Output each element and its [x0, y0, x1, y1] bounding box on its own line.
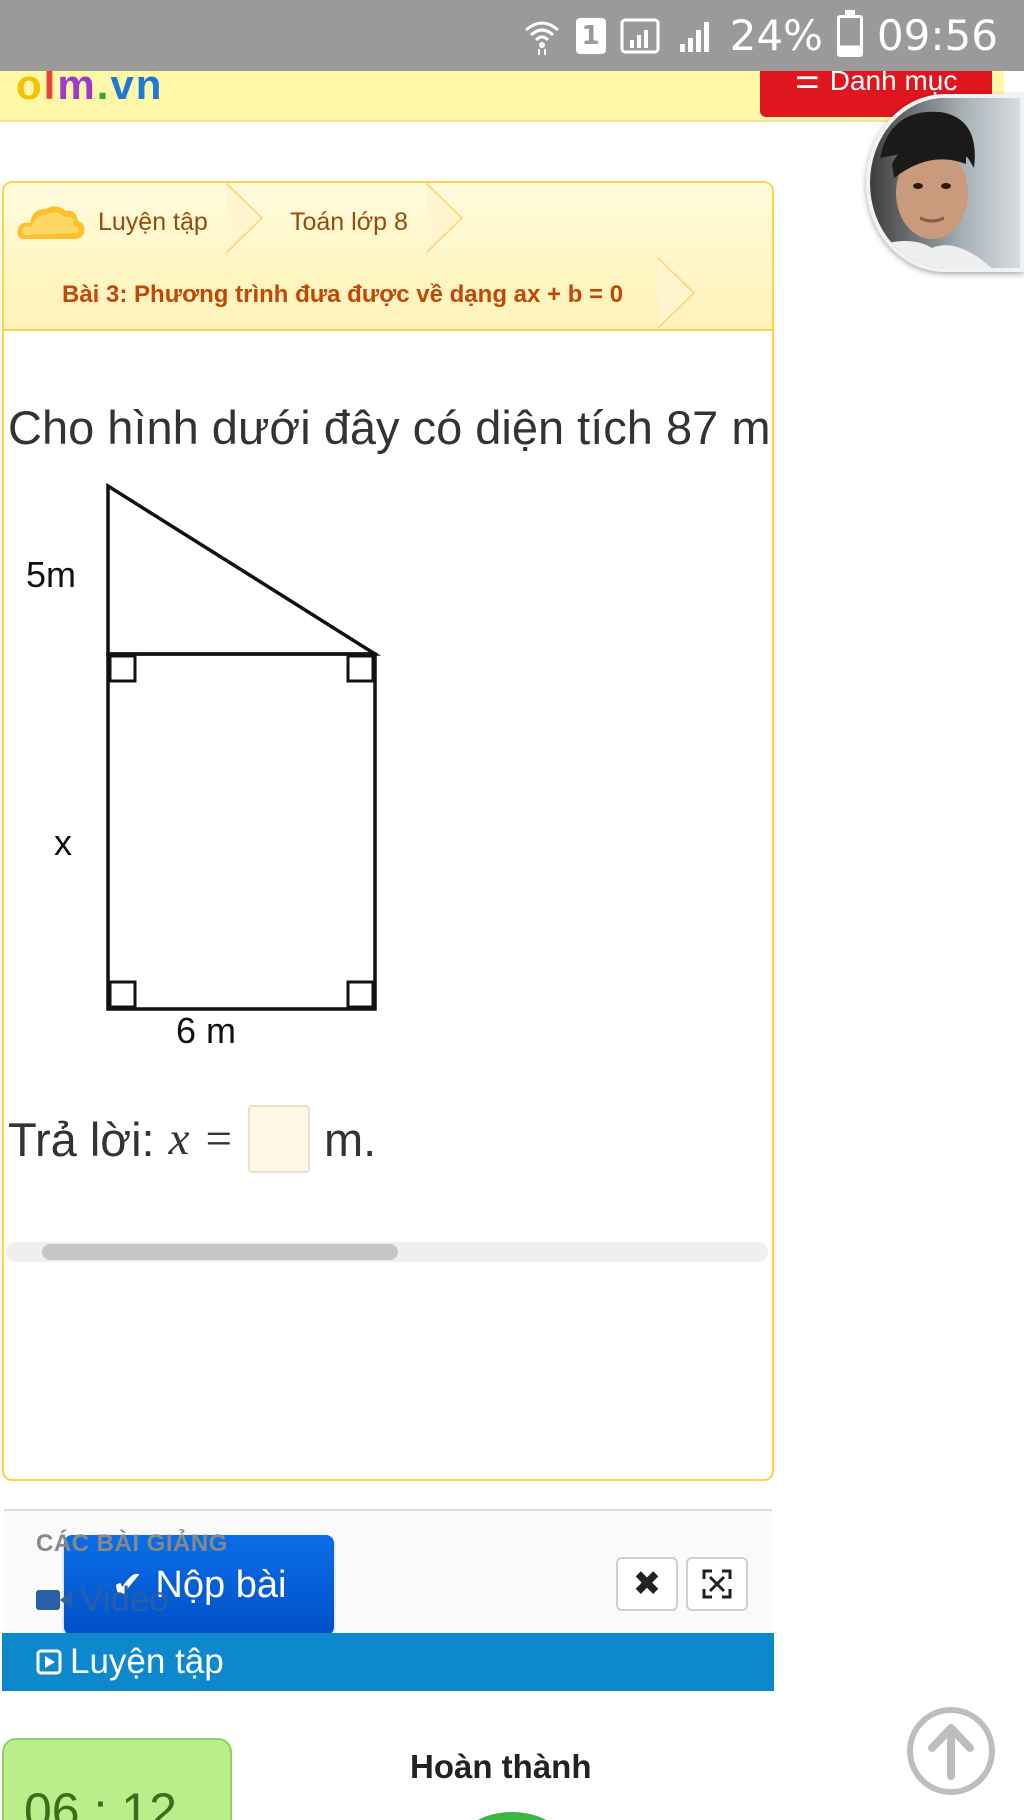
breadcrumb-separator [426, 183, 464, 253]
video-camera-icon [36, 1590, 72, 1610]
completion-progress-ring [462, 1812, 562, 1820]
lesson-nav-video[interactable]: Video [36, 1580, 169, 1620]
close-button[interactable]: ✖ [616, 1557, 678, 1611]
scrollbar-thumb[interactable] [42, 1244, 398, 1260]
fullscreen-button[interactable] [686, 1557, 748, 1611]
site-header: olm.vn ☰ Danh mục [0, 61, 1004, 122]
label-rect-height: x [54, 822, 72, 863]
answer-unit: m. [323, 1112, 377, 1166]
submit-label: Nộp bài [155, 1563, 287, 1606]
close-icon: ✖ [632, 1565, 662, 1603]
avatar[interactable] [866, 94, 1024, 272]
play-square-icon [36, 1649, 62, 1675]
breadcrumb-separator [658, 258, 696, 328]
lesson-nav-label: Video [80, 1580, 169, 1619]
lesson-nav-practice[interactable]: Luyện tập [2, 1633, 774, 1691]
answer-prefix: Trả lời: [8, 1112, 155, 1166]
answer-variable: x [168, 1113, 190, 1165]
answer-input[interactable] [247, 1105, 310, 1173]
breadcrumb-item-grade8-math[interactable]: Toán lớp 8 [290, 208, 408, 237]
lesson-nav-label: Luyện tập [70, 1642, 224, 1681]
cloud-icon [17, 206, 85, 239]
sim-icon: 1 [575, 17, 606, 54]
answer-equals: = [205, 1113, 232, 1165]
status-bar: 1 24% 09:56 [0, 0, 1024, 71]
right-angle-mark [108, 980, 137, 1009]
breadcrumb: Luyện tập Toán lớp 8 Bài 3: Phương trình… [4, 183, 772, 331]
right-angle-mark [346, 980, 375, 1009]
fullscreen-icon [702, 1569, 732, 1599]
right-angle-mark [346, 654, 375, 683]
right-angle-mark [108, 654, 137, 683]
clock: 09:56 [876, 11, 998, 60]
wifi-icon [522, 16, 562, 56]
geometry-figure: 5m x 6 m [0, 470, 420, 1075]
back-to-top-icon[interactable] [906, 1706, 996, 1796]
breadcrumb-item-practice[interactable]: Luyện tập [98, 208, 208, 237]
signal-sim2-icon [676, 16, 716, 56]
answer-line: Trả lời: x = m. [8, 1105, 376, 1173]
lessons-section-title: CÁC BÀI GIẢNG [36, 1530, 228, 1557]
battery-icon [836, 9, 863, 57]
triangle-shape [106, 482, 382, 656]
signal-sim1-icon [620, 16, 662, 56]
breadcrumb-separator [226, 183, 264, 253]
rectangle-shape [106, 652, 377, 1011]
battery-percent: 24% [729, 11, 823, 60]
timer: 06 : 12 [2, 1738, 232, 1820]
question-text: Cho hình dưới đây có diện tích 87 m [8, 401, 771, 454]
label-triangle-height: 5m [26, 554, 77, 595]
label-rect-width: 6 m [176, 1010, 237, 1051]
horizontal-scrollbar[interactable] [6, 1242, 768, 1262]
lesson-title[interactable]: Bài 3: Phương trình đưa được về dạng ax … [62, 281, 623, 309]
completion-label: Hoàn thành [410, 1748, 592, 1785]
